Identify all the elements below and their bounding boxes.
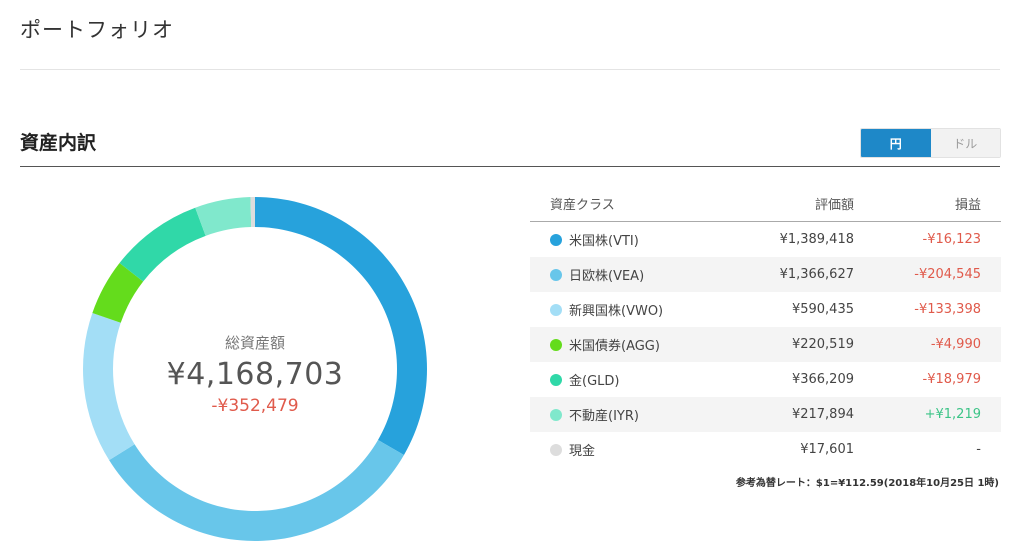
profit-loss-cell: - — [976, 442, 981, 457]
value-cell: ¥1,389,418 — [779, 232, 854, 247]
value-cell: ¥217,894 — [791, 407, 854, 422]
table-row: 新興国株(VWO) ¥590,435 -¥133,398 — [530, 292, 1001, 327]
title-divider — [20, 69, 1000, 70]
currency-dollar-button[interactable]: ドル — [930, 129, 1000, 157]
legend-dot — [550, 443, 562, 456]
table-row: 日欧株(VEA) ¥1,366,627 -¥204,545 — [530, 257, 1001, 292]
table-row: 米国株(VTI) ¥1,389,418 -¥16,123 — [530, 222, 1001, 257]
header-value: 評価額 — [814, 198, 854, 213]
profit-loss-cell: -¥16,123 — [922, 232, 981, 247]
asset-class-cell: 米国債券(AGG) — [530, 335, 720, 354]
total-assets-label: 総資産額 — [224, 334, 285, 352]
asset-class-name: 新興国株(VWO) — [569, 304, 664, 319]
asset-breakdown-table: 資産クラス 評価額 損益 米国株(VTI) ¥1,389,418 -¥16,123 日… — [530, 186, 1001, 467]
table-header: 資産クラス 評価額 損益 — [530, 186, 1001, 222]
legend-dot — [550, 233, 562, 246]
value-cell: ¥590,435 — [791, 302, 854, 317]
asset-class-cell: 新興国株(VWO) — [530, 300, 720, 319]
asset-class-name: 現金 — [569, 444, 596, 459]
asset-class-cell: 金(GLD) — [530, 370, 720, 389]
section-title: 資産内訳 — [20, 132, 97, 154]
asset-class-name: 米国債券(AGG) — [569, 339, 660, 354]
profit-loss-cell: -¥133,398 — [914, 302, 981, 317]
table-row: 米国債券(AGG) ¥220,519 -¥4,990 — [530, 327, 1001, 362]
asset-class-name: 日欧株(VEA) — [569, 269, 645, 284]
asset-donut-chart: 総資産額 ¥4,168,703 -¥352,479 — [82, 196, 428, 542]
asset-class-name: 不動産(IYR) — [569, 409, 639, 424]
table-row: 不動産(IYR) ¥217,894 +¥1,219 — [530, 397, 1001, 432]
section-divider — [20, 166, 1000, 167]
header-profit-loss: 損益 — [954, 198, 981, 213]
total-profit-loss: -¥352,479 — [211, 396, 299, 416]
legend-dot — [550, 408, 562, 421]
asset-class-cell: 日欧株(VEA) — [530, 265, 720, 284]
total-assets-value: ¥4,168,703 — [166, 357, 344, 392]
donut-center: 総資産額 ¥4,168,703 -¥352,479 — [82, 196, 428, 542]
value-cell: ¥17,601 — [800, 442, 854, 457]
asset-class-cell: 現金 — [530, 440, 720, 459]
table-row: 現金 ¥17,601 - — [530, 432, 1001, 467]
table-body: 米国株(VTI) ¥1,389,418 -¥16,123 日欧株(VEA) ¥1,366… — [530, 222, 1001, 467]
exchange-rate-note: 参考為替レート：$1=¥112.59(2018年10月25日 1時) — [735, 478, 999, 489]
page-title: ポートフォリオ — [20, 18, 174, 42]
header-asset-class: 資産クラス — [550, 198, 615, 213]
profit-loss-cell: -¥204,545 — [914, 267, 981, 282]
legend-dot — [550, 338, 562, 351]
legend-dot — [550, 268, 562, 281]
value-cell: ¥366,209 — [791, 372, 854, 387]
profit-loss-cell: -¥18,979 — [922, 372, 981, 387]
table-row: 金(GLD) ¥366,209 -¥18,979 — [530, 362, 1001, 397]
legend-dot — [550, 303, 562, 316]
profit-loss-cell: +¥1,219 — [924, 407, 981, 422]
value-cell: ¥220,519 — [791, 337, 854, 352]
value-cell: ¥1,366,627 — [779, 267, 854, 282]
legend-dot — [550, 373, 562, 386]
asset-class-cell: 米国株(VTI) — [530, 230, 720, 249]
asset-class-name: 米国株(VTI) — [569, 234, 639, 249]
asset-class-cell: 不動産(IYR) — [530, 405, 720, 424]
currency-toggle: 円 ドル — [860, 128, 1001, 158]
profit-loss-cell: -¥4,990 — [930, 337, 981, 352]
currency-yen-button[interactable]: 円 — [861, 129, 931, 157]
asset-class-name: 金(GLD) — [569, 374, 620, 389]
